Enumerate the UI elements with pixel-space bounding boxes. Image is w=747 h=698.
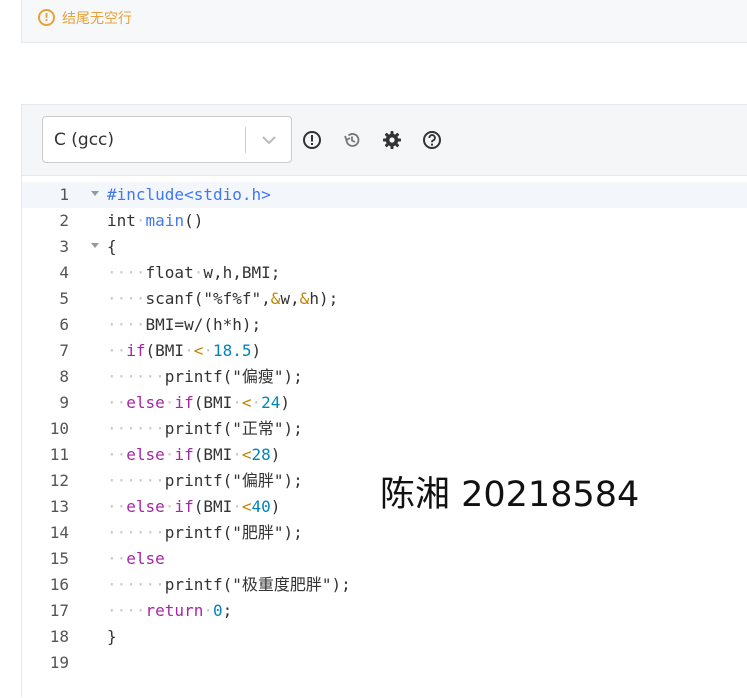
code-line[interactable]: 19 <box>22 650 747 676</box>
code-text: { <box>107 237 117 256</box>
line-number: 2 <box>59 211 69 230</box>
notice-text: 结尾无空行 <box>62 11 132 27</box>
code-line[interactable]: 6 ····BMI=w/(h*h); <box>22 312 747 338</box>
line-number: 13 <box>49 497 69 516</box>
code-text: ··else <box>107 549 165 568</box>
code-text: ······printf("偏胖"); <box>107 471 303 490</box>
language-value: C (gcc) <box>54 130 115 150</box>
line-number: 1 <box>59 185 69 204</box>
code-text: ····return·0; <box>107 601 233 620</box>
code-line[interactable]: 4 ····float·w,h,BMI; <box>22 260 747 286</box>
code-line[interactable]: 18} <box>22 624 747 650</box>
code-text: ······printf("偏瘦"); <box>107 367 303 386</box>
line-number: 16 <box>49 575 69 594</box>
line-number: 18 <box>49 627 69 646</box>
code-line[interactable]: 9 ··else·if(BMI·<·24) <box>22 390 747 416</box>
code-line[interactable]: 5 ····scanf("%f%f",&w,&h); <box>22 286 747 312</box>
line-number: 19 <box>49 653 69 672</box>
code-line[interactable]: 11 ··else·if(BMI·<28) <box>22 442 747 468</box>
code-text: ······printf("极重度肥胖"); <box>107 575 351 594</box>
code-text: ··else·if(BMI·<40) <box>107 497 281 516</box>
code-line[interactable]: 7 ··if(BMI·<·18.5) <box>22 338 747 364</box>
line-number: 8 <box>59 367 69 386</box>
line-number: 14 <box>49 523 69 542</box>
gear-icon[interactable] <box>382 130 402 150</box>
line-number: 4 <box>59 263 69 282</box>
code-line[interactable]: 15 ··else <box>22 546 747 572</box>
code-text: } <box>107 627 117 646</box>
notice-bar: ! 结尾无空行 <box>21 0 747 43</box>
line-number: 9 <box>59 393 69 412</box>
code-text: ··else·if(BMI·<28) <box>107 445 281 464</box>
code-line[interactable]: 2 int·main() <box>22 208 747 234</box>
alert-circle-icon: ! <box>38 9 55 26</box>
code-text: ··if(BMI·<·18.5) <box>107 341 262 360</box>
code-text: ····float·w,h,BMI; <box>107 263 281 282</box>
code-editor-panel: C (gcc) 1 #include<stdio.h> 2 int·main()… <box>21 104 747 697</box>
line-number: 17 <box>49 601 69 620</box>
line-number: 6 <box>59 315 69 334</box>
line-number: 15 <box>49 549 69 568</box>
line-number: 3 <box>59 237 69 256</box>
line-number: 10 <box>49 419 69 438</box>
language-select[interactable]: C (gcc) <box>42 116 292 163</box>
line-number: 11 <box>49 445 69 464</box>
help-icon[interactable] <box>422 130 442 150</box>
line-number: 5 <box>59 289 69 308</box>
code-text: ······printf("正常"); <box>107 419 303 438</box>
code-text: ······printf("肥胖"); <box>107 523 303 542</box>
chevron-down-icon[interactable] <box>259 131 279 149</box>
code-line[interactable]: 1 #include<stdio.h> <box>22 182 747 208</box>
code-text: #include<stdio.h> <box>107 185 271 204</box>
code-text: ··else·if(BMI·<·24) <box>107 393 291 412</box>
code-line[interactable]: 17 ····return·0; <box>22 598 747 624</box>
line-number: 12 <box>49 471 69 490</box>
code-text: int·main() <box>107 211 204 230</box>
code-line[interactable]: 8 ······printf("偏瘦"); <box>22 364 747 390</box>
code-text: ····BMI=w/(h*h); <box>107 315 262 334</box>
fold-arrow-icon[interactable] <box>91 191 99 196</box>
info-icon[interactable] <box>302 130 322 150</box>
code-area[interactable]: 1 #include<stdio.h> 2 int·main() 3{4 ····floa… <box>22 176 747 698</box>
author-overlay-text: 陈湘 20218584 <box>380 475 640 515</box>
code-line[interactable]: 14 ······printf("肥胖"); <box>22 520 747 546</box>
code-line[interactable]: 3{ <box>22 234 747 260</box>
fold-arrow-icon[interactable] <box>91 243 99 248</box>
line-number: 7 <box>59 341 69 360</box>
code-line[interactable]: 16 ······printf("极重度肥胖"); <box>22 572 747 598</box>
code-line[interactable]: 10 ······printf("正常"); <box>22 416 747 442</box>
history-icon[interactable] <box>342 130 362 150</box>
code-text: ····scanf("%f%f",&w,&h); <box>107 289 339 308</box>
editor-toolbar: C (gcc) <box>22 105 747 176</box>
select-separator <box>245 127 246 153</box>
